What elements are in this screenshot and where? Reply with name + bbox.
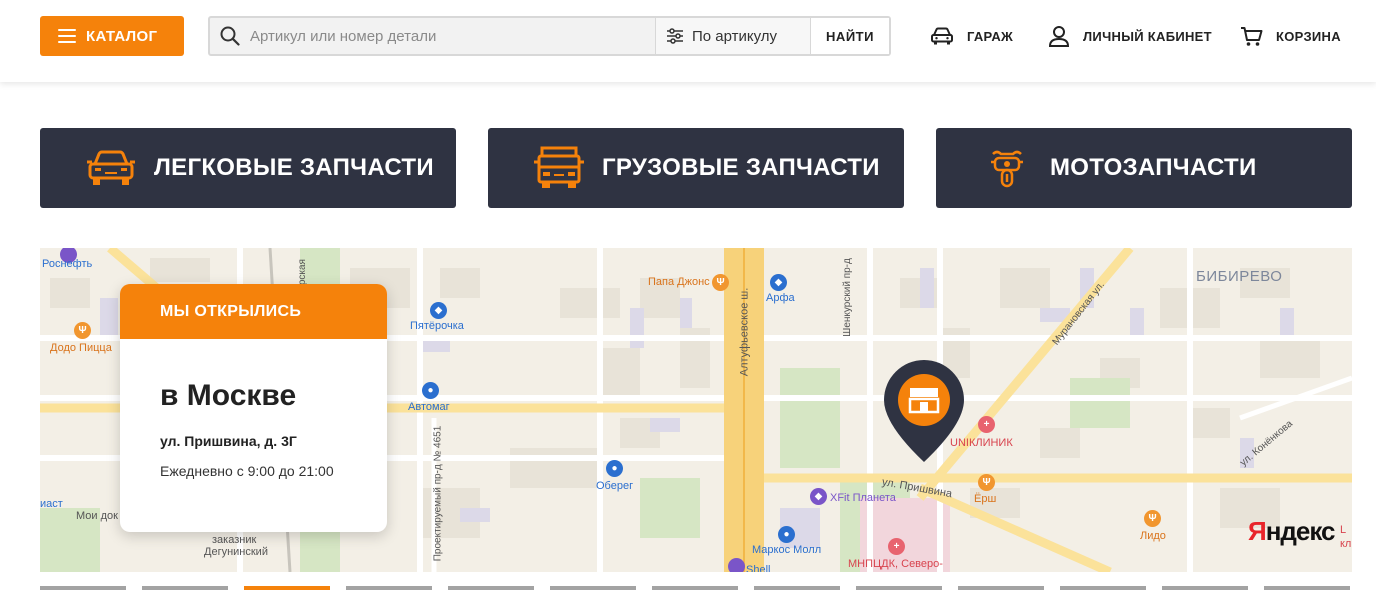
search-mode-select[interactable]: По артикулу [655,18,810,54]
truck-icon [524,146,594,190]
map-label: Автомаг [408,401,450,413]
map-label: L [1340,524,1347,536]
map-label: Shell [746,564,771,572]
garage-label: ГАРАЖ [967,28,1014,44]
store-address: ул. Пришвина, д. 3Г [160,433,297,449]
yandex-logo[interactable]: Яндекс [1248,516,1335,547]
mall-poi-icon[interactable]: ● [778,526,795,543]
map-label: Маркос Молл [752,544,822,556]
map-label: Лидо [1140,530,1166,542]
auto-poi-icon[interactable]: ● [422,382,439,399]
pager-dot[interactable] [856,586,942,590]
motorcycle-icon [972,148,1042,188]
menu-icon [58,29,76,43]
pet-poi-icon[interactable]: ● [606,460,623,477]
pager-dot[interactable] [40,586,126,590]
cart-icon [1241,26,1263,46]
store-hours: Ежедневно с 9:00 до 21:00 [160,463,334,479]
category-card-cars[interactable]: ЛЕГКОВЫЕ ЗАПЧАСТИ [40,128,456,208]
category-label-moto: МОТОЗАПЧАСТИ [1050,154,1257,181]
map-street-label: Шенкурский пр-д [841,258,853,337]
pager-dot[interactable] [1060,586,1146,590]
find-button[interactable]: НАЙТИ [810,18,889,54]
pizza-poi-icon[interactable]: Ψ [712,274,729,291]
user-icon [1048,26,1070,47]
map-label: иаст [40,498,63,510]
pager-dot[interactable] [142,586,228,590]
garage-car-icon [931,27,953,45]
pager-dot[interactable] [550,586,636,590]
header: КАТАЛОГ По артикулу НАЙТИ ГАРАЖ [0,0,1376,82]
pager-dot[interactable] [244,586,330,590]
pager-dot[interactable] [1162,586,1248,590]
map-label: Оберег [596,480,634,492]
filter-icon [667,28,683,44]
store-city: в Москве [160,379,297,412]
pager-dot[interactable] [1264,586,1350,590]
pager-dot[interactable] [448,586,534,590]
car-icon [76,149,146,187]
fuel-poi-icon[interactable] [728,558,745,572]
map-street-label: Проектируемый пр-д № 4651 [432,425,444,562]
catalog-button[interactable]: КАТАЛОГ [40,16,184,56]
map-label: Мои док [76,510,118,522]
category-label-trucks: ГРУЗОВЫЕ ЗАПЧАСТИ [602,154,880,181]
pager-dot[interactable] [958,586,1044,590]
store-info-card: МЫ ОТКРЫЛИСЬ в Москве ул. Пришвина, д. 3… [120,284,387,532]
map-label: Роснефть [42,258,93,270]
map-label: XFit Планета [830,492,896,504]
search-input[interactable] [250,18,655,54]
map-label: Папа Джонс [648,276,710,288]
map-label: МНПЦДК, Северо- [848,558,943,570]
food-poi-icon[interactable]: Ψ [74,322,91,339]
food-poi-icon[interactable]: Ψ [1144,510,1161,527]
garage-link[interactable]: ГАРАЖ [930,24,1013,48]
map-label: UNIКЛИНИК [950,437,1013,449]
map-district-label: БИБИРЕВО [1196,268,1283,285]
search-bar: По артикулу НАЙТИ [208,16,891,56]
account-label: ЛИЧНЫЙ КАБИНЕТ [1083,28,1212,44]
search-mode-value: По артикулу [692,27,778,45]
category-card-trucks[interactable]: ГРУЗОВЫЕ ЗАПЧАСТИ [488,128,904,208]
catalog-label: КАТАЛОГ [86,27,158,45]
account-link[interactable]: ЛИЧНЫЙ КАБИНЕТ [1048,24,1212,48]
pager-dot[interactable] [346,586,432,590]
store-banner: МЫ ОТКРЫЛИСЬ [120,284,387,339]
map-label: Додо Пицца [50,342,112,354]
search-icon[interactable] [210,18,250,54]
category-card-moto[interactable]: МОТОЗАПЧАСТИ [936,128,1352,208]
shop-poi-icon[interactable]: ◆ [770,274,787,291]
map-street-label: Алтуфьевское ш. [738,287,751,377]
pager-dot[interactable] [652,586,738,590]
clinic-poi-icon[interactable]: + [978,416,995,433]
cart-link[interactable]: КОРЗИНА [1240,24,1341,48]
map-label: заказник [212,534,257,546]
map-label: Дегунинский [204,546,268,558]
cart-label: КОРЗИНА [1276,28,1341,44]
pager-dot[interactable] [754,586,840,590]
food-poi-icon[interactable]: Ψ [978,474,995,491]
map-label: кл [1340,538,1352,550]
map-label: Ёрш [974,493,997,505]
map-label: Пятёрочка [410,320,464,332]
fitness-poi-icon[interactable]: ◆ [810,488,827,505]
clinic-poi-icon[interactable]: + [888,538,905,555]
shop-poi-icon[interactable]: ◆ [430,302,447,319]
map-label: Арфа [766,292,795,304]
category-label-cars: ЛЕГКОВЫЕ ЗАПЧАСТИ [154,154,434,181]
